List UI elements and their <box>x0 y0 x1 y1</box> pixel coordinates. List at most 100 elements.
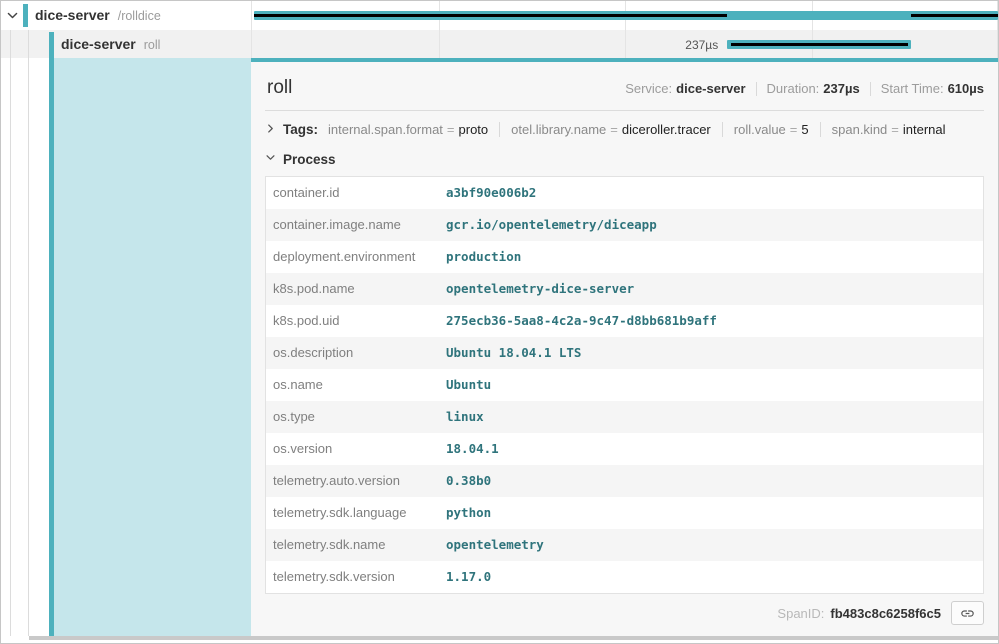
timeline-cell[interactable] <box>251 1 998 30</box>
service-name: dice-server <box>35 7 110 23</box>
span-title: roll <box>265 77 292 99</box>
process-key: k8s.pod.name <box>266 273 438 305</box>
process-value: gcr.io/opentelemetry/diceapp <box>438 209 665 241</box>
tag-key: internal.span.format <box>328 122 443 137</box>
process-key: os.description <box>266 337 438 369</box>
tags-toggle[interactable]: Tags: internal.span.format = proto otel.lib… <box>265 122 984 137</box>
process-key: telemetry.sdk.name <box>266 529 438 561</box>
process-value: opentelemetry <box>438 529 552 561</box>
indent-guide <box>1 58 11 636</box>
detail-header: roll Service: dice-server Duration: 237µ… <box>265 62 984 99</box>
selected-span-highlight <box>54 58 251 636</box>
chevron-down-icon <box>265 150 276 168</box>
tag-item: otel.library.name = diceroller.tracer <box>511 122 711 137</box>
detail-indent-area <box>1 58 251 636</box>
process-key: os.version <box>266 433 438 465</box>
process-table-row: telemetry.sdk.nameopentelemetry <box>266 529 983 561</box>
span-detail-row: roll Service: dice-server Duration: 237µ… <box>1 58 998 636</box>
process-value: python <box>438 497 499 529</box>
meta-value: 237µs <box>823 81 859 96</box>
process-value: Ubuntu 18.04.1 LTS <box>438 337 589 369</box>
process-table-row: container.ida3bf90e006b2 <box>266 177 983 209</box>
tag-value: internal <box>903 122 946 137</box>
process-value: a3bf90e006b2 <box>438 177 544 209</box>
jaeger-trace-detail-view: dice-server/rolldice dice-server roll 237… <box>0 0 999 644</box>
divider <box>499 122 500 137</box>
process-table-row: os.nameUbuntu <box>266 369 983 401</box>
deep-link-button[interactable] <box>951 601 984 625</box>
process-key: telemetry.sdk.version <box>266 561 438 593</box>
span-detail-panel: roll Service: dice-server Duration: 237µ… <box>251 58 998 636</box>
process-key-value-table: container.ida3bf90e006b2container.image.… <box>265 176 984 594</box>
process-table-row: deployment.environmentproduction <box>266 241 983 273</box>
timeline-cell[interactable]: 237µs <box>251 30 998 58</box>
process-key: os.name <box>266 369 438 401</box>
process-value: 0.38b0 <box>438 465 499 497</box>
meta-label: Start Time: <box>881 81 944 96</box>
process-table-row: k8s.pod.uid275ecb36-5aa8-4c2a-9c47-d8bb6… <box>266 305 983 337</box>
equals-sign: = <box>610 122 618 137</box>
timeline-gridline <box>997 30 998 58</box>
detail-row-bottom-border <box>29 636 998 640</box>
process-value: 275ecb36-5aa8-4c2a-9c47-d8bb681b9aff <box>438 305 725 337</box>
tag-value: proto <box>459 122 489 137</box>
service-name: dice-server <box>61 36 136 52</box>
process-value: 18.04.1 <box>438 433 507 465</box>
process-value: Ubuntu <box>438 369 499 401</box>
meta-label: Service: <box>625 81 672 96</box>
span-row-rolldice[interactable]: dice-server/rolldice <box>1 1 998 30</box>
process-table-row: k8s.pod.nameopentelemetry-dice-server <box>266 273 983 305</box>
header-divider <box>265 110 984 111</box>
process-table-row: telemetry.sdk.version1.17.0 <box>266 561 983 593</box>
span-duration-label: 237µs <box>252 38 718 52</box>
span-name-column[interactable]: dice-server roll <box>1 30 251 58</box>
divider <box>820 122 821 137</box>
equals-sign: = <box>790 122 798 137</box>
process-table-row: os.descriptionUbuntu 18.04.1 LTS <box>266 337 983 369</box>
equals-sign: = <box>891 122 899 137</box>
process-value: opentelemetry-dice-server <box>438 273 642 305</box>
process-value: production <box>438 241 529 273</box>
process-key: container.id <box>266 177 438 209</box>
child-span-marker <box>731 43 908 46</box>
tag-item: internal.span.format = proto <box>328 122 488 137</box>
process-table-row: telemetry.auto.version0.38b0 <box>266 465 983 497</box>
equals-sign: = <box>447 122 455 137</box>
link-icon <box>960 606 975 621</box>
indent-guide <box>1 30 11 58</box>
process-key: telemetry.auto.version <box>266 465 438 497</box>
process-value: linux <box>438 401 492 433</box>
spanid-value: fb483c8c6258f6c5 <box>830 606 941 621</box>
tag-key: span.kind <box>832 122 888 137</box>
tag-item: span.kind= internal <box>832 122 946 137</box>
span-row-roll[interactable]: dice-server roll 237µs <box>1 30 998 58</box>
process-toggle[interactable]: Process <box>265 150 984 168</box>
process-key: deployment.environment <box>266 241 438 273</box>
tags-label: Tags: <box>283 122 318 137</box>
process-label: Process <box>283 152 336 167</box>
child-span-marker <box>911 14 998 17</box>
tag-value: diceroller.tracer <box>622 122 711 137</box>
operation-name: roll <box>144 38 161 52</box>
chevron-down-icon[interactable] <box>6 9 19 27</box>
tag-item: roll.value=5 <box>734 122 809 137</box>
meta-value: 610µs <box>948 81 984 96</box>
indent-guide <box>11 30 29 58</box>
process-key: telemetry.sdk.language <box>266 497 438 529</box>
detail-footer: SpanID: fb483c8c6258f6c5 <box>265 601 984 625</box>
span-name-column[interactable]: dice-server/rolldice <box>1 1 251 30</box>
indent-guide <box>11 58 29 636</box>
process-table-row: container.image.namegcr.io/opentelemetry… <box>266 209 983 241</box>
meta-value: dice-server <box>676 81 745 96</box>
divider <box>722 122 723 137</box>
child-span-marker <box>254 14 727 17</box>
span-color-bar <box>49 32 54 58</box>
process-key: container.image.name <box>266 209 438 241</box>
tag-summary-list: internal.span.format = proto otel.library.n… <box>328 122 946 137</box>
tag-value: 5 <box>801 122 808 137</box>
span-color-bar <box>23 4 28 27</box>
spanid-label: SpanID: <box>777 606 824 621</box>
tag-key: otel.library.name <box>511 122 606 137</box>
span-meta: Service: dice-server Duration: 237µs Sta… <box>625 81 984 96</box>
operation-name: /rolldice <box>118 9 161 23</box>
